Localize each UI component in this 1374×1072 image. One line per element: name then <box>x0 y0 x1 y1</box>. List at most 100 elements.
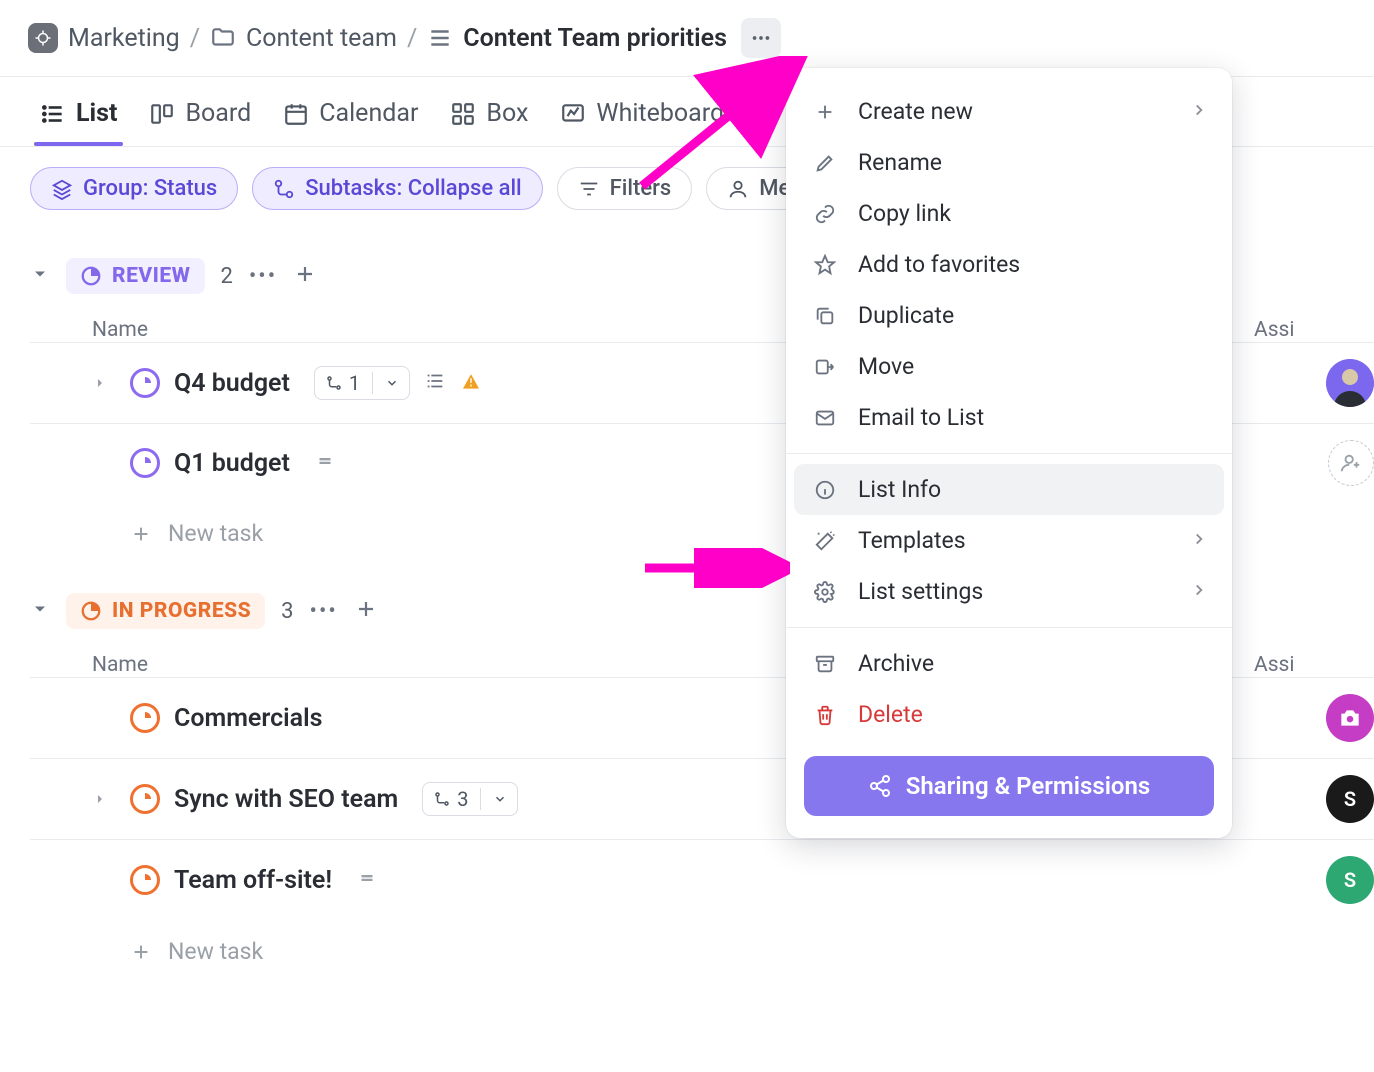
breadcrumb-separator: / <box>407 24 417 53</box>
new-task-label: New task <box>168 938 263 965</box>
task-title: Team off-site! <box>174 866 332 895</box>
task-title: Q4 budget <box>174 369 290 398</box>
box-view-icon <box>450 101 476 127</box>
menu-move[interactable]: Move <box>786 341 1232 392</box>
new-task-button[interactable]: New task <box>30 920 1374 983</box>
sharing-label: Sharing & Permissions <box>906 772 1151 800</box>
pencil-icon <box>810 152 840 174</box>
share-icon <box>868 774 892 798</box>
gear-icon <box>810 581 840 603</box>
menu-archive[interactable]: Archive <box>786 638 1232 689</box>
task-status-icon[interactable] <box>130 448 160 478</box>
task-status-icon[interactable] <box>130 368 160 398</box>
menu-label: Templates <box>858 527 966 554</box>
menu-duplicate[interactable]: Duplicate <box>786 290 1232 341</box>
menu-separator <box>786 627 1232 628</box>
chevron-right-icon <box>1190 578 1208 605</box>
menu-rename[interactable]: Rename <box>786 137 1232 188</box>
menu-label: Create new <box>858 98 973 125</box>
menu-list-settings[interactable]: List settings <box>786 566 1232 617</box>
assignee-avatar[interactable] <box>1326 694 1374 742</box>
subtask-icon <box>273 178 295 200</box>
tab-whiteboard[interactable]: Whiteboard <box>560 99 724 146</box>
menu-label: Archive <box>858 650 934 677</box>
expand-caret[interactable] <box>92 375 116 391</box>
tab-board[interactable]: Board <box>149 99 251 146</box>
tab-list[interactable]: List <box>40 99 117 146</box>
group-count: 2 <box>221 264 233 289</box>
chevron-down-icon <box>385 376 399 390</box>
task-status-icon[interactable] <box>130 865 160 895</box>
assignee-avatar[interactable]: S <box>1326 856 1374 904</box>
subtask-icon <box>325 374 343 392</box>
task-title: Q1 budget <box>174 449 290 478</box>
group-more-button[interactable]: ••• <box>249 264 277 289</box>
status-badge[interactable]: REVIEW <box>66 258 205 294</box>
tab-board-label: Board <box>185 99 251 128</box>
filter-icon <box>578 178 600 200</box>
breadcrumb-folder[interactable]: Content team <box>246 24 397 53</box>
star-icon <box>810 254 840 276</box>
group-chip-label: Group: Status <box>83 176 217 201</box>
tab-list-label: List <box>76 99 117 128</box>
breadcrumb: Marketing / Content team / Content Team … <box>0 0 1374 76</box>
menu-delete[interactable]: Delete <box>786 689 1232 740</box>
collapse-toggle[interactable] <box>30 599 50 623</box>
assignee-avatar[interactable] <box>1326 359 1374 407</box>
task-status-icon[interactable] <box>130 703 160 733</box>
warning-icon <box>460 370 482 396</box>
menu-list-info[interactable]: List Info <box>794 464 1224 515</box>
tab-calendar[interactable]: Calendar <box>283 99 418 146</box>
breadcrumb-list-title[interactable]: Content Team priorities <box>463 24 727 53</box>
menu-email-to-list[interactable]: Email to List <box>786 392 1232 443</box>
checklist-icon[interactable] <box>424 370 446 396</box>
task-row[interactable]: Team off-site! S <box>30 839 1374 920</box>
expand-caret[interactable] <box>92 791 116 807</box>
menu-templates[interactable]: Templates <box>786 515 1232 566</box>
group-count: 3 <box>281 599 293 624</box>
space-icon <box>28 23 58 53</box>
filters-chip[interactable]: Filters <box>557 167 693 210</box>
subtask-count-value: 3 <box>457 787 468 811</box>
mail-icon <box>810 407 840 429</box>
status-badge[interactable]: IN PROGRESS <box>66 593 265 629</box>
menu-label: Add to favorites <box>858 251 1020 278</box>
layers-icon <box>51 178 73 200</box>
chevron-right-icon <box>1190 527 1208 554</box>
archive-icon <box>810 653 840 675</box>
list-actions-button[interactable] <box>741 18 781 58</box>
task-title: Commercials <box>174 704 322 733</box>
sharing-permissions-button[interactable]: Sharing & Permissions <box>804 756 1214 816</box>
tab-box-label: Box <box>486 99 528 128</box>
chevron-down-icon <box>493 792 507 806</box>
subtasks-chip[interactable]: Subtasks: Collapse all <box>252 167 542 210</box>
tab-box[interactable]: Box <box>450 99 528 146</box>
no-priority-icon[interactable] <box>314 450 336 476</box>
menu-label: List Info <box>858 476 941 503</box>
tab-calendar-label: Calendar <box>319 99 418 128</box>
task-title: Sync with SEO team <box>174 785 398 814</box>
menu-favorites[interactable]: Add to favorites <box>786 239 1232 290</box>
group-more-button[interactable]: ••• <box>310 599 338 624</box>
move-icon <box>810 356 840 378</box>
subtask-count[interactable]: 1 <box>314 366 410 400</box>
status-label: IN PROGRESS <box>112 599 251 623</box>
status-label: REVIEW <box>112 264 191 288</box>
menu-create-new[interactable]: Create new <box>786 86 1232 137</box>
trash-icon <box>810 704 840 726</box>
subtasks-chip-label: Subtasks: Collapse all <box>305 176 521 201</box>
group-add-button[interactable] <box>293 262 317 290</box>
status-icon <box>80 265 102 287</box>
no-priority-icon[interactable] <box>356 867 378 893</box>
group-add-button[interactable] <box>354 597 378 625</box>
breadcrumb-space[interactable]: Marketing <box>68 24 180 53</box>
subtask-count[interactable]: 3 <box>422 782 518 816</box>
task-status-icon[interactable] <box>130 784 160 814</box>
menu-copy-link[interactable]: Copy link <box>786 188 1232 239</box>
menu-label: Copy link <box>858 200 951 227</box>
collapse-toggle[interactable] <box>30 264 50 288</box>
assign-button[interactable] <box>1328 440 1374 486</box>
group-chip[interactable]: Group: Status <box>30 167 238 210</box>
person-icon <box>727 178 749 200</box>
assignee-avatar[interactable]: S <box>1326 775 1374 823</box>
